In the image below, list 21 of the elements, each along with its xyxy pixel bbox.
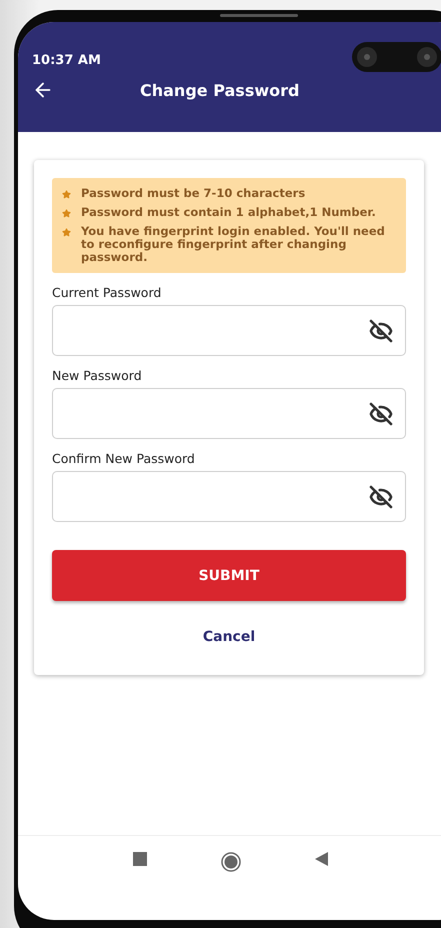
eye-off-icon[interactable] [369, 318, 393, 342]
star-icon [62, 209, 71, 218]
notice-text: Password must contain 1 alphabet,1 Number. [81, 206, 376, 219]
star-icon [62, 228, 71, 237]
notice-text: You have fingerprint login enabled. You'll need to reconfigure fingerprint after changing password. [81, 225, 386, 264]
password-field[interactable] [52, 305, 406, 356]
field-label: Current Password [52, 285, 162, 300]
field-label: New Password [52, 368, 143, 383]
star-icon [62, 190, 71, 199]
notice-text: Password must be 7-10 characters [81, 187, 306, 200]
status-time: 10:37 AM [32, 53, 101, 68]
back-triangle-icon[interactable] [315, 852, 328, 866]
circle-icon[interactable] [221, 852, 241, 872]
header-title: Change Password [140, 80, 300, 100]
eye-off-icon[interactable] [369, 402, 393, 426]
cancel-button[interactable]: Cancel [202, 629, 256, 645]
password-field[interactable] [52, 388, 406, 439]
password-field[interactable] [52, 471, 406, 522]
submit-button[interactable]: SUBMIT [52, 550, 406, 601]
field-label: Confirm New Password [52, 451, 196, 466]
eye-off-icon[interactable] [369, 484, 393, 508]
